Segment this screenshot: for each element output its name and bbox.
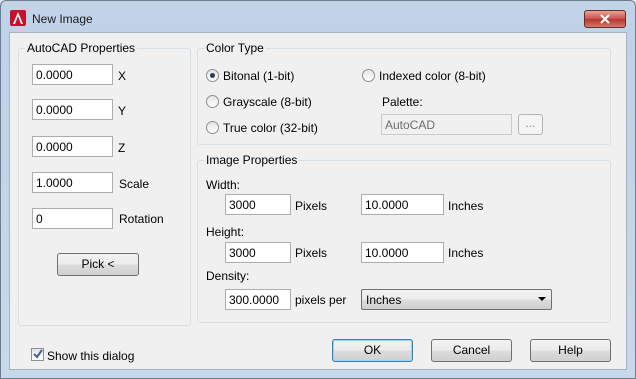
cancel-button[interactable]: Cancel: [431, 339, 512, 362]
height-label: Height:: [206, 225, 245, 239]
radio-indexed[interactable]: [362, 69, 375, 82]
radio-bitonal[interactable]: [206, 69, 219, 82]
radio-indexed-label: Indexed color (8-bit): [379, 69, 486, 83]
width-inches-input[interactable]: 10.0000: [361, 194, 444, 215]
width-label: Width:: [206, 178, 241, 192]
x-input[interactable]: 0.0000: [32, 64, 113, 85]
show-dialog-checkbox[interactable]: [31, 348, 44, 361]
group-title-image-properties: Image Properties: [204, 153, 300, 167]
palette-browse-button[interactable]: ...: [518, 114, 543, 135]
y-label: Y: [118, 104, 127, 118]
height-inches-unit: Inches: [448, 246, 484, 260]
radio-bitonal-label: Bitonal (1-bit): [223, 69, 295, 83]
y-input[interactable]: 0.0000: [32, 99, 113, 120]
dialog-client-area: AutoCAD Properties 0.0000 X 0.0000 Y 0.0…: [9, 32, 627, 370]
z-input[interactable]: 0.0000: [32, 136, 113, 157]
density-label: Density:: [206, 269, 250, 283]
width-pixels-unit: Pixels: [295, 199, 328, 213]
help-button[interactable]: Help: [530, 339, 611, 362]
radio-grayscale[interactable]: [206, 95, 219, 108]
x-label: X: [118, 69, 127, 83]
palette-input[interactable]: AutoCAD: [381, 114, 512, 135]
ok-button[interactable]: OK: [332, 339, 413, 362]
group-title-color-type: Color Type: [204, 41, 266, 55]
radio-truecolor-label: True color (32-bit): [223, 121, 318, 135]
group-title-autocad-properties: AutoCAD Properties: [25, 41, 138, 55]
autocad-logo-icon: [10, 10, 26, 26]
show-dialog-label: Show this dialog: [47, 349, 135, 363]
density-unit-selected: Inches: [366, 293, 402, 307]
height-pixels-input[interactable]: 3000: [225, 242, 291, 263]
density-unit-label: pixels per: [295, 293, 347, 307]
checkmark-icon: [33, 349, 43, 359]
close-button[interactable]: [584, 10, 626, 28]
width-pixels-input[interactable]: 3000: [225, 194, 291, 215]
title-bar[interactable]: New Image: [1, 1, 635, 35]
height-pixels-unit: Pixels: [295, 246, 328, 260]
width-inches-unit: Inches: [448, 199, 484, 213]
chevron-down-icon: [538, 297, 546, 301]
rotation-label: Rotation: [119, 212, 164, 226]
density-input[interactable]: 300.0000: [225, 289, 291, 310]
pick-button[interactable]: Pick <: [57, 253, 139, 276]
radio-truecolor[interactable]: [206, 121, 219, 134]
scale-label: Scale: [119, 177, 150, 191]
close-icon: [600, 14, 610, 24]
palette-label: Palette:: [382, 95, 423, 109]
radio-grayscale-label: Grayscale (8-bit): [223, 95, 312, 109]
scale-input[interactable]: 1.0000: [32, 172, 113, 193]
rotation-input[interactable]: 0: [32, 208, 113, 229]
new-image-dialog: New Image AutoCAD Properties 0.0000 X 0.…: [0, 0, 636, 379]
z-label: Z: [118, 141, 126, 155]
density-unit-select[interactable]: Inches: [361, 289, 552, 310]
window-title: New Image: [32, 12, 93, 26]
height-inches-input[interactable]: 10.0000: [361, 242, 444, 263]
